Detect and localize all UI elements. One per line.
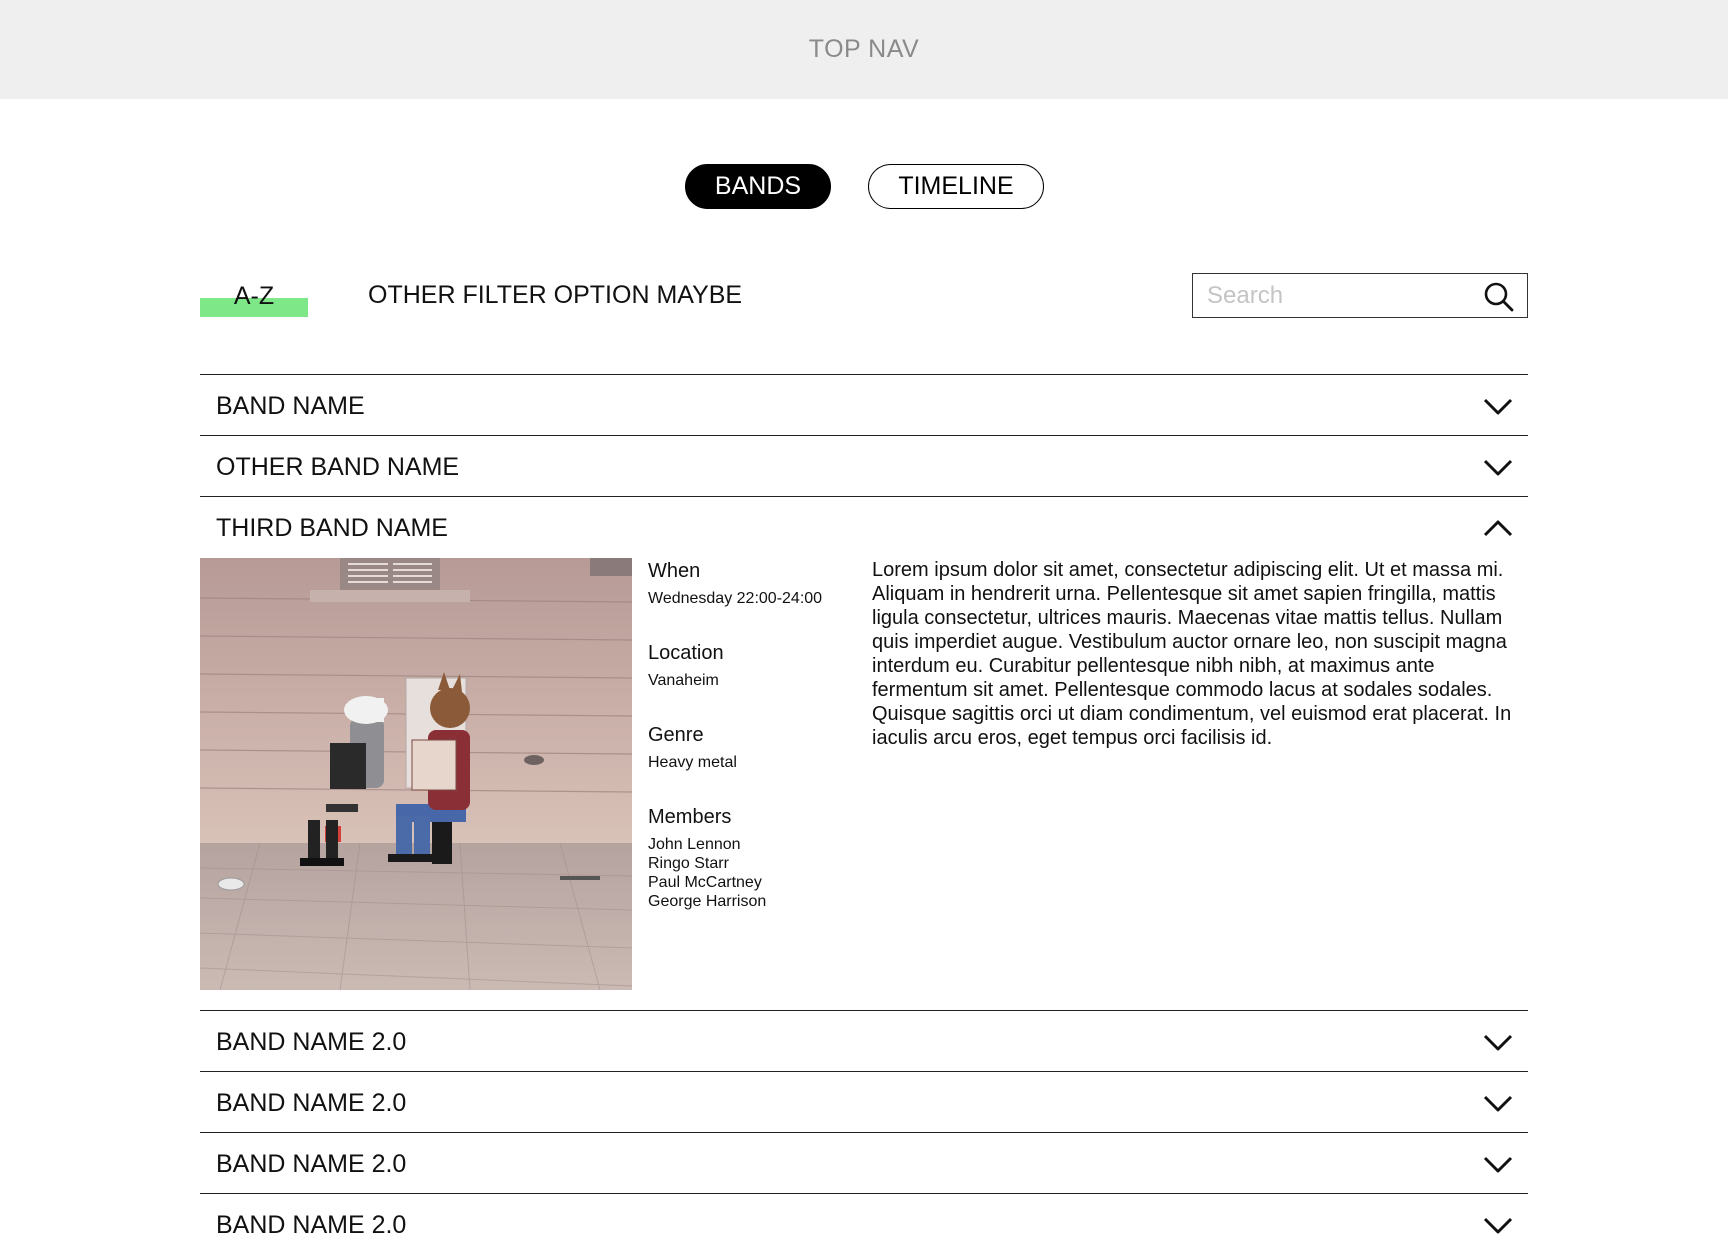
genre-label: Genre [648,724,704,746]
band-name: OTHER BAND NAME [216,453,460,481]
band-row[interactable]: BAND NAME 2.0 [200,1132,1528,1193]
band-row[interactable]: BAND NAME 2.0 [200,1071,1528,1132]
tab-timeline[interactable]: TIMELINE [868,164,1044,209]
top-nav: TOP NAV [0,0,1728,99]
band-meta: When Wednesday 22:00-24:00 Location Vana… [648,558,858,911]
chevron-up-icon[interactable] [1482,513,1514,543]
chevron-down-icon[interactable] [1482,1027,1514,1057]
search-icon[interactable] [1483,281,1515,313]
filter-az-label: A-Z [233,282,275,310]
band-name: BAND NAME 2.0 [216,1211,407,1239]
search-input[interactable] [1207,281,1467,310]
when-value: Wednesday 22:00-24:00 [648,590,823,607]
location-label: Location [648,642,724,664]
member-name: George Harrison [648,893,767,910]
top-nav-label: TOP NAV [808,35,920,63]
band-name: BAND NAME 2.0 [216,1150,407,1178]
member-name: Ringo Starr [648,855,729,872]
band-row-expanded[interactable]: THIRD BAND NAME When Wednesday 22:00-24:… [200,496,1528,1010]
members-list: John Lennon Ringo Starr Paul McCartney G… [648,835,858,911]
member-name: Paul McCartney [648,874,762,891]
search-box[interactable] [1192,273,1528,318]
chevron-down-icon[interactable] [1482,1210,1514,1240]
member-name: John Lennon [648,836,741,853]
band-row[interactable]: OTHER BAND NAME [200,435,1528,496]
band-name: BAND NAME 2.0 [216,1028,407,1056]
chevron-down-icon[interactable] [1482,1149,1514,1179]
band-row[interactable]: BAND NAME [200,374,1528,435]
location-value: Vanaheim [648,672,719,689]
band-row[interactable]: BAND NAME 2.0 [200,1193,1528,1253]
filter-other[interactable]: OTHER FILTER OPTION MAYBE [368,281,742,310]
chevron-down-icon[interactable] [1482,1088,1514,1118]
band-list: BAND NAME OTHER BAND NAME THIRD BAND NAM… [200,374,1528,1253]
band-name: BAND NAME [216,392,365,420]
members-label: Members [648,806,732,828]
band-description: Lorem ipsum dolor sit amet, consectetur … [872,559,1512,749]
genre-value: Heavy metal [648,754,737,771]
view-toggle: BANDS TIMELINE [0,164,1728,209]
chevron-down-icon[interactable] [1482,452,1514,482]
band-photo [200,558,632,990]
filter-az[interactable]: A-Z [200,280,308,320]
tab-bands[interactable]: BANDS [685,164,831,209]
band-name: THIRD BAND NAME [216,514,448,542]
band-row[interactable]: BAND NAME 2.0 [200,1010,1528,1071]
chevron-down-icon[interactable] [1482,391,1514,421]
when-label: When [648,560,701,582]
band-name: BAND NAME 2.0 [216,1089,407,1117]
